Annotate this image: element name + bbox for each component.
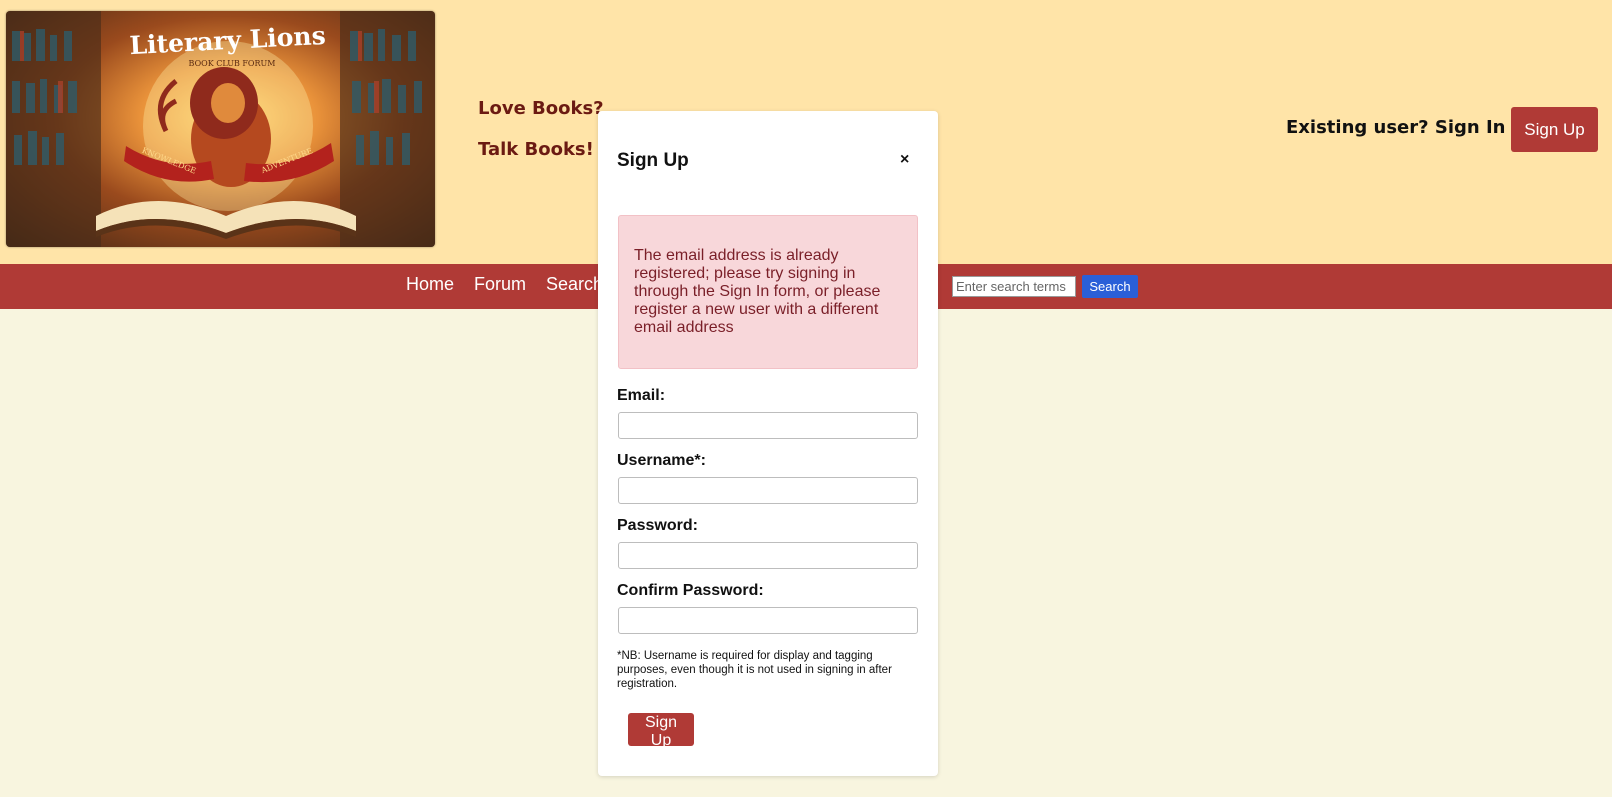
logo-illustration: Literary Lions BOOK CLUB FORUM KNOWLEDGE…: [6, 11, 435, 247]
username-note: *NB: Username is required for display an…: [617, 650, 892, 690]
site-logo[interactable]: Literary Lions BOOK CLUB FORUM KNOWLEDGE…: [6, 11, 435, 247]
nav-forum-link[interactable]: Forum: [474, 274, 526, 295]
email-label: Email:: [617, 387, 666, 404]
tagline-love-books: Love Books?: [478, 98, 604, 119]
signup-modal: Sign Up × The email address is already r…: [598, 111, 938, 776]
error-alert: The email address is already registered;…: [618, 215, 918, 369]
username-field[interactable]: [618, 477, 918, 504]
password-field[interactable]: [618, 542, 918, 569]
tagline-talk-books: Talk Books!: [478, 139, 594, 160]
header-signup-button[interactable]: Sign Up: [1511, 107, 1598, 152]
signup-submit-button[interactable]: Sign Up: [628, 713, 694, 749]
nav-home-link[interactable]: Home: [406, 274, 454, 295]
search-button[interactable]: Search: [1082, 275, 1138, 298]
nav-search-link[interactable]: Search: [546, 274, 603, 295]
confirm-password-label: Confirm Password:: [617, 582, 764, 599]
email-field[interactable]: [618, 412, 918, 439]
search-input[interactable]: [952, 276, 1076, 297]
logo-title: Literary Lions: [129, 21, 327, 60]
password-label: Password:: [617, 517, 698, 534]
logo-subtitle: BOOK CLUB FORUM: [189, 59, 276, 68]
signin-dropdown-toggle[interactable]: Existing user? Sign In ▼: [1286, 117, 1526, 138]
confirm-password-field[interactable]: [618, 607, 918, 634]
close-icon[interactable]: ×: [900, 151, 909, 169]
modal-title: Sign Up: [617, 150, 689, 171]
username-label: Username*:: [617, 452, 706, 469]
